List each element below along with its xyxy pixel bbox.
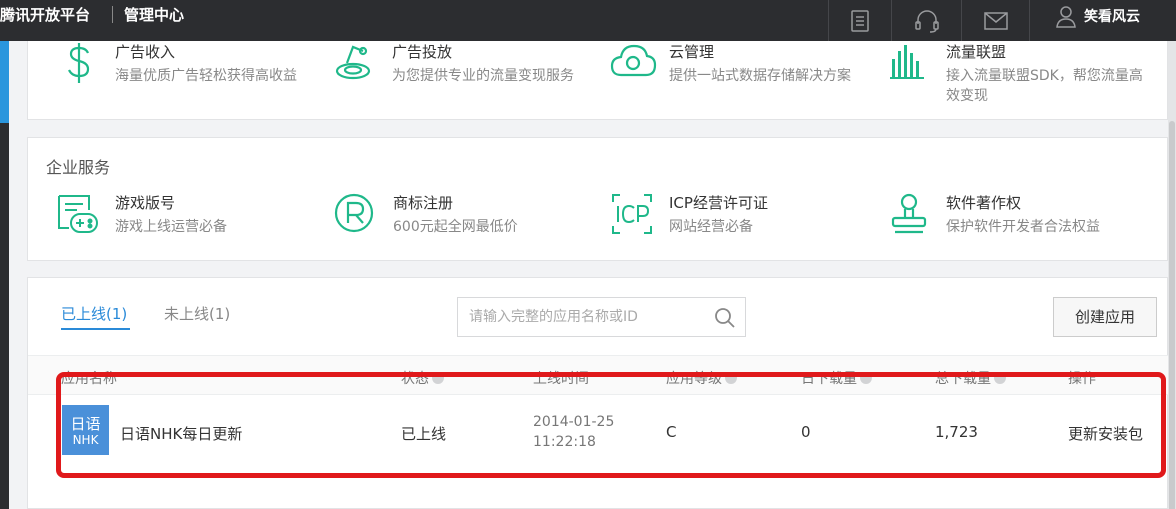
app-search-box (457, 297, 746, 337)
enterprise-item-title: 游戏版号 (115, 194, 176, 212)
icp-icon (612, 194, 652, 234)
headset-icon (914, 9, 939, 33)
game-license-icon (58, 195, 98, 233)
ad-placement-icon (335, 45, 371, 80)
service-desc: 提供一站式数据存储解决方案 (669, 68, 851, 84)
create-app-button[interactable]: 创建应用 (1053, 297, 1157, 337)
user-menu[interactable]: 笑看风云 (1029, 0, 1176, 41)
enterprise-item-desc: 600元起全网最低价 (393, 219, 518, 235)
page-scrollbar[interactable] (1168, 41, 1176, 509)
service-desc: 接入流量联盟SDK，帮您流量高效变现 (946, 68, 1143, 104)
top-bar: 腾讯开放平台 管理中心 笑看风云 (0, 0, 1176, 41)
user-name: 笑看风云 (1084, 9, 1140, 25)
nav-document[interactable] (828, 0, 891, 41)
enterprise-item-title: 软件著作权 (946, 194, 1022, 212)
service-desc: 为您提供专业的流量变现服务 (392, 68, 574, 84)
section-title[interactable]: 管理中心 (124, 4, 184, 25)
service-desc: 海量优质广告轻松获得高收益 (115, 68, 297, 84)
active-tab-underline (61, 328, 130, 330)
left-sidebar-edge (0, 123, 9, 509)
scrollbar-thumb[interactable] (1169, 121, 1175, 509)
brand-separator (112, 6, 113, 23)
service-title: 广告收入 (115, 43, 176, 61)
enterprise-item-desc: 保护软件开发者合法权益 (946, 219, 1100, 235)
stamp-icon (891, 193, 927, 234)
enterprise-item-desc: 游戏上线运营必备 (115, 219, 227, 235)
nav-support[interactable] (891, 0, 961, 41)
service-title: 云管理 (669, 43, 715, 61)
brand-title[interactable]: 腾讯开放平台 (0, 4, 90, 25)
enterprise-item-title: 商标注册 (393, 194, 454, 212)
service-title: 广告投放 (392, 43, 453, 61)
highlight-annotation-box (56, 372, 1166, 478)
enterprise-item-desc: 网站经营必备 (669, 219, 753, 235)
app-search-input[interactable] (458, 298, 708, 336)
bar-chart-icon (890, 45, 924, 79)
user-icon (1056, 6, 1076, 28)
tab-online[interactable]: 已上线(1) (61, 303, 127, 324)
enterprise-title: 企业服务 (46, 158, 111, 177)
dollar-icon (68, 43, 90, 83)
cloud-icon (610, 44, 657, 77)
left-accent-strip (0, 41, 9, 123)
mail-icon (983, 11, 1008, 30)
document-icon (851, 9, 869, 32)
nav-mail[interactable] (961, 0, 1029, 41)
service-title: 流量联盟 (946, 43, 1007, 61)
enterprise-item-title: ICP经营许可证 (669, 194, 768, 212)
tab-offline[interactable]: 未上线(1) (164, 303, 230, 324)
trademark-icon (334, 193, 374, 233)
search-icon[interactable] (714, 307, 736, 329)
